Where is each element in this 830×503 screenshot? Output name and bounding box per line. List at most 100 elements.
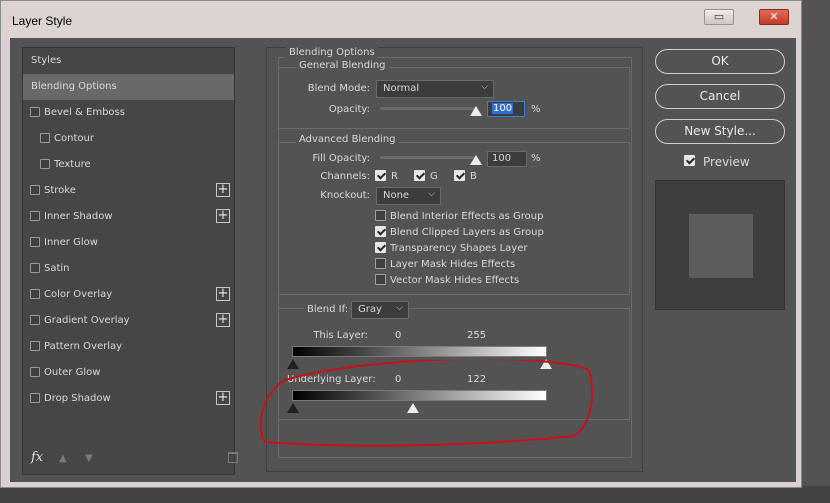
channel-b-checkbox[interactable] [454, 170, 465, 181]
preview-checkbox[interactable] [684, 155, 695, 166]
blend-if-label: Blend If: [304, 304, 349, 315]
knockout-select[interactable]: None ⌵ [376, 187, 441, 205]
channel-r-label: R [391, 171, 398, 182]
trash-icon[interactable] [228, 452, 238, 463]
style-item-bevel-emboss[interactable]: Bevel & Emboss [23, 100, 234, 126]
add-effect-icon[interactable]: + [216, 287, 230, 301]
style-item-color-overlay[interactable]: Color Overlay + [23, 282, 234, 308]
style-item-checkbox[interactable] [30, 315, 40, 325]
general-blending-title: General Blending [296, 60, 389, 71]
opacity-input[interactable]: 100 [487, 101, 525, 117]
fill-opacity-slider-track[interactable] [380, 156, 476, 159]
channel-r-checkbox[interactable] [375, 170, 386, 181]
style-item-satin[interactable]: Satin [23, 256, 234, 282]
underlying-layer-white-thumb[interactable] [407, 403, 419, 413]
cancel-button[interactable]: Cancel [655, 84, 785, 109]
style-item-checkbox[interactable] [30, 211, 40, 221]
blending-options-title: Blending Options [286, 47, 378, 58]
opacity-label: Opacity: [328, 104, 370, 115]
this-layer-low: 0 [395, 330, 402, 341]
preview-swatch [689, 214, 753, 278]
opacity-unit: % [531, 104, 541, 115]
ok-button[interactable]: OK [655, 49, 785, 74]
app-background [802, 0, 830, 503]
style-item-checkbox[interactable] [40, 159, 50, 169]
style-item-checkbox[interactable] [30, 237, 40, 247]
style-item-label: Stroke [44, 185, 76, 196]
option-checkbox[interactable] [375, 210, 386, 221]
add-effect-icon[interactable]: + [216, 313, 230, 327]
style-item-label: Blending Options [31, 81, 117, 92]
blend-mode-select[interactable]: Normal ⌵ [376, 80, 494, 98]
style-item-label: Pattern Overlay [44, 341, 123, 352]
underlying-layer-label: Underlying Layer: [287, 374, 376, 385]
style-item-texture[interactable]: Texture [23, 152, 234, 178]
style-item-drop-shadow[interactable]: Drop Shadow + [23, 386, 234, 412]
option-checkbox[interactable] [375, 226, 386, 237]
style-item-inner-shadow[interactable]: Inner Shadow + [23, 204, 234, 230]
style-item-label: Contour [54, 133, 94, 144]
style-item-inner-glow[interactable]: Inner Glow [23, 230, 234, 256]
option-checkbox[interactable] [375, 258, 386, 269]
style-item-outer-glow[interactable]: Outer Glow [23, 360, 234, 386]
add-effect-icon[interactable]: + [216, 391, 230, 405]
style-item-checkbox[interactable] [30, 341, 40, 351]
option-label: Layer Mask Hides Effects [390, 259, 516, 270]
style-item-gradient-overlay[interactable]: Gradient Overlay + [23, 308, 234, 334]
channel-b-label: B [470, 171, 477, 182]
title-bar[interactable]: Layer Style ▭ ✕ [1, 1, 801, 37]
new-style-button[interactable]: New Style... [655, 119, 785, 144]
preview-label: Preview [703, 155, 750, 169]
minimize-button[interactable]: ▭ [704, 9, 734, 25]
blend-if-group [278, 308, 630, 420]
style-item-checkbox[interactable] [30, 289, 40, 299]
style-item-stroke[interactable]: Stroke + [23, 178, 234, 204]
styles-header[interactable]: Styles [31, 55, 61, 66]
style-item-checkbox[interactable] [30, 393, 40, 403]
style-item-checkbox[interactable] [30, 367, 40, 377]
style-item-checkbox[interactable] [40, 133, 50, 143]
underlying-layer-gradient[interactable] [292, 390, 547, 401]
app-bottom-bar [0, 486, 830, 503]
blend-if-value: Gray [358, 304, 382, 315]
close-button[interactable]: ✕ [759, 9, 789, 25]
fill-opacity-label: Fill Opacity: [312, 153, 370, 164]
fill-opacity-input[interactable]: 100 [487, 151, 527, 167]
fx-button[interactable]: fx [31, 450, 43, 465]
style-item-label: Gradient Overlay [44, 315, 130, 326]
style-item-blending-options[interactable]: Blending Options [23, 74, 234, 100]
knockout-label: Knockout: [320, 190, 370, 201]
move-down-icon[interactable]: ▼ [85, 453, 93, 464]
style-item-checkbox[interactable] [30, 185, 40, 195]
style-item-label: Bevel & Emboss [44, 107, 125, 118]
blend-if-select[interactable]: Gray ⌵ [351, 301, 409, 319]
channel-g-checkbox[interactable] [414, 170, 425, 181]
move-up-icon[interactable]: ▲ [59, 453, 67, 464]
option-label: Vector Mask Hides Effects [390, 275, 520, 286]
chevron-down-icon: ⌵ [396, 303, 403, 313]
this-layer-black-thumb[interactable] [287, 359, 299, 369]
option-checkbox[interactable] [375, 242, 386, 253]
add-effect-icon[interactable]: + [216, 209, 230, 223]
style-item-checkbox[interactable] [30, 263, 40, 273]
underlying-layer-low: 0 [395, 374, 402, 385]
underlying-layer-black-thumb[interactable] [287, 403, 299, 413]
dialog-title: Layer Style [12, 14, 73, 28]
style-item-pattern-overlay[interactable]: Pattern Overlay [23, 334, 234, 360]
general-blending-group [278, 67, 630, 129]
this-layer-gradient[interactable] [292, 346, 547, 357]
style-item-checkbox[interactable] [30, 107, 40, 117]
opacity-slider-track[interactable] [380, 107, 476, 110]
this-layer-white-thumb[interactable] [540, 359, 552, 369]
style-item-label: Texture [54, 159, 91, 170]
add-effect-icon[interactable]: + [216, 183, 230, 197]
opacity-slider-thumb[interactable] [470, 106, 482, 116]
style-item-label: Inner Shadow [44, 211, 113, 222]
option-checkbox[interactable] [375, 274, 386, 285]
knockout-value: None [383, 190, 410, 201]
fill-opacity-slider-thumb[interactable] [470, 155, 482, 165]
underlying-layer-high: 122 [467, 374, 487, 385]
style-item-label: Drop Shadow [44, 393, 111, 404]
style-item-contour[interactable]: Contour [23, 126, 234, 152]
minimize-icon: ▭ [713, 10, 725, 23]
